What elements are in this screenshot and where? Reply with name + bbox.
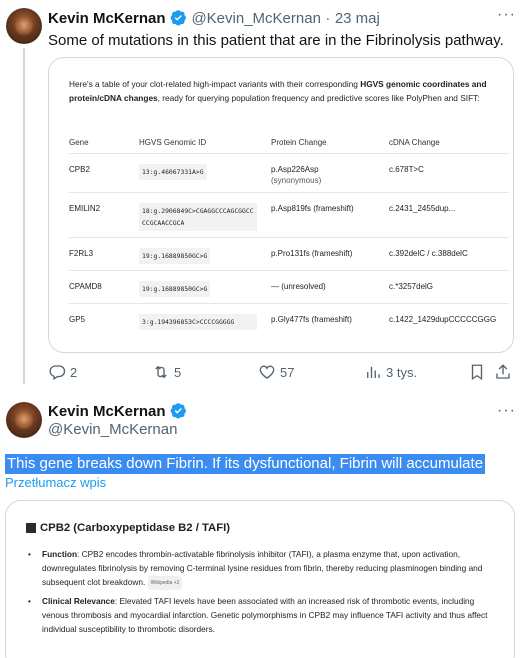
table-header-row: Gene HGVS Genomic ID Protein Change cDNA… — [69, 133, 509, 153]
avatar[interactable] — [6, 402, 42, 438]
author-name[interactable]: Kevin McKernan — [48, 10, 166, 27]
citation-badge: Wikipedia +2 — [147, 576, 183, 590]
gene-cell: F2RL3 — [69, 236, 139, 270]
table-row: F2RL3 19:g.16889850GC>G p.Pro131fs (fram… — [69, 236, 509, 270]
repost-count: 5 — [174, 364, 182, 380]
hgvs-cell: 3:g.194396853C>CCCCGGGGG — [139, 313, 257, 330]
hgvs-cell: 19:g.16889850GC>G — [139, 247, 211, 264]
like-count: 57 — [280, 364, 295, 380]
like-button[interactable]: 57 — [258, 363, 294, 381]
table-row: CPAMD8 19:g.16889850GC>G — (unresolved) … — [69, 269, 509, 303]
reply-icon — [49, 365, 66, 380]
list-item: Clinical Relevance: Elevated TAFI levels… — [26, 594, 501, 636]
hgvs-cell: 13:g.46067331A>G — [139, 163, 207, 180]
verified-badge-icon — [170, 403, 186, 419]
hgvs-cell: 18:g.2906849C>CGAGGCCCAGCGGCCCCGCAACCGCA — [139, 202, 257, 231]
table-row: EMILIN2 18:g.2906849C>CGAGGCCCAGCGGCCCCG… — [69, 191, 509, 237]
protein-cell: — (unresolved) — [271, 269, 389, 303]
gene-cell: EMILIN2 — [69, 191, 139, 237]
protein-cell: p.Pro131fs (frameshift) — [271, 236, 389, 270]
image-title: CPB2 (Carboxypeptidase B2 / TAFI) — [26, 522, 230, 534]
column-header: Protein Change — [271, 138, 327, 148]
cdna-cell: c.392delC / c.388delC — [389, 236, 509, 270]
table-row: GP5 3:g.194396853C>CCCCGGGGG p.Gly477fs … — [69, 302, 509, 336]
image-intro: Here's a table of your clot-related high… — [69, 79, 487, 103]
attached-image[interactable]: Here's a table of your clot-related high… — [48, 57, 514, 353]
more-options-icon[interactable]: ··· — [497, 6, 516, 24]
heart-icon — [259, 365, 275, 379]
separator: · — [325, 10, 331, 27]
protein-cell: p.Asp226Asp — [271, 164, 319, 174]
tweet-2: Kevin McKernan @Kevin_McKernan ··· This … — [0, 392, 532, 658]
hgvs-cell: 19:g.16889850GC>G — [139, 280, 211, 297]
tweet-text-selected: This gene breaks down Fibrin. If its dys… — [5, 454, 486, 474]
attached-image[interactable]: CPB2 (Carboxypeptidase B2 / TAFI) Functi… — [5, 500, 515, 658]
cdna-cell: c.*3257delG — [389, 269, 509, 303]
tweet-1: Kevin McKernan @Kevin_McKernan · 23 maj … — [0, 0, 532, 392]
bookmark-button[interactable] — [468, 363, 486, 381]
protein-cell: p.Asp819fs (frameshift) — [271, 191, 389, 237]
column-header: HGVS Genomic ID — [139, 138, 207, 148]
translate-link[interactable]: Przetłumacz wpis — [5, 475, 106, 490]
verified-badge-icon — [170, 10, 186, 26]
tweet-header: Kevin McKernan @Kevin_McKernan · 23 maj — [48, 9, 380, 28]
column-header: cDNA Change — [389, 138, 440, 148]
gene-cell: GP5 — [69, 302, 139, 336]
timestamp[interactable]: 23 maj — [335, 10, 380, 27]
author-name[interactable]: Kevin McKernan — [48, 403, 166, 420]
gene-cell: CPAMD8 — [69, 269, 139, 303]
share-button[interactable] — [494, 363, 512, 381]
views-button[interactable]: 3 tys. — [364, 363, 417, 381]
views-count: 3 tys. — [386, 364, 418, 380]
repost-icon — [155, 365, 167, 379]
more-options-icon[interactable]: ··· — [497, 402, 516, 420]
protein-note: (synonymous) — [271, 175, 322, 185]
share-icon — [496, 364, 510, 379]
avatar[interactable] — [6, 8, 42, 44]
tweet-header: Kevin McKernan — [48, 402, 187, 421]
cdna-cell: c.2431_2455dup... — [389, 191, 509, 237]
views-icon — [367, 366, 380, 378]
tweet-actions: 2 5 57 3 tys. — [48, 363, 518, 383]
cdna-cell: c.678T>C — [389, 152, 509, 192]
author-handle[interactable]: @Kevin_McKernan — [48, 421, 177, 438]
heading-marker-icon — [26, 523, 36, 533]
table-row: CPB2 13:g.46067331A>G p.Asp226Asp (synony… — [69, 152, 509, 192]
bookmark-icon — [471, 364, 483, 381]
reply-button[interactable]: 2 — [48, 363, 77, 381]
reply-count: 2 — [70, 364, 78, 380]
bullet-list: Function: CPB2 encodes thrombin-activata… — [26, 547, 501, 640]
author-handle[interactable]: @Kevin_McKernan — [191, 10, 320, 27]
protein-cell: p.Gly477fs (frameshift) — [271, 302, 389, 336]
list-item: Function: CPB2 encodes thrombin-activata… — [26, 547, 501, 590]
variants-table: Gene HGVS Genomic ID Protein Change cDNA… — [69, 133, 509, 336]
cdna-cell: c.1422_1429dupCCCCCGGG — [389, 302, 509, 336]
repost-button[interactable]: 5 — [152, 363, 181, 381]
gene-cell: CPB2 — [69, 152, 139, 192]
column-header: Gene — [69, 138, 89, 148]
thread-line — [23, 48, 25, 384]
tweet-text: Some of mutations in this patient that a… — [48, 32, 504, 49]
